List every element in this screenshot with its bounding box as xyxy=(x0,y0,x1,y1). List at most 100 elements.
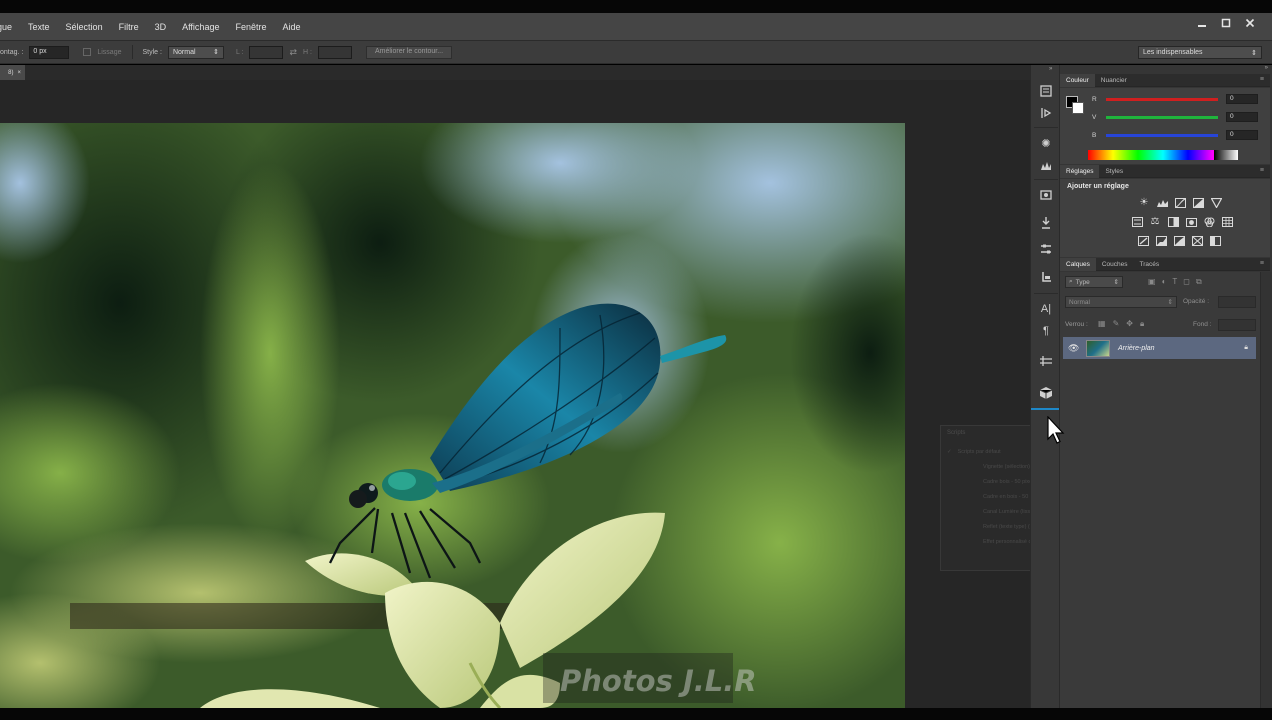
clone-source-icon[interactable] xyxy=(1038,187,1054,203)
menu-item-affichage[interactable]: Affichage xyxy=(174,22,227,32)
visibility-eye-icon[interactable]: 👁︎ xyxy=(1068,343,1079,354)
adjustment-row-2: ⚖ xyxy=(1060,216,1270,227)
blend-mode-select[interactable]: Normal ⇕ xyxy=(1065,296,1177,308)
properties-icon[interactable] xyxy=(1038,241,1054,257)
color-lookup-icon[interactable] xyxy=(1221,216,1234,227)
menu-item-texte[interactable]: Texte xyxy=(20,22,58,32)
maximize-icon[interactable] xyxy=(1218,16,1234,30)
info-icon[interactable] xyxy=(1038,269,1054,285)
window-controls xyxy=(1194,16,1258,30)
adjustments-panel-header: Réglages Styles ≡ xyxy=(1060,164,1270,178)
opacity-input[interactable] xyxy=(1218,296,1256,308)
lock-transparency-icon[interactable]: ▦ xyxy=(1098,319,1106,329)
lock-pixels-icon[interactable]: ✎ xyxy=(1113,319,1120,329)
collapse-panels-icon[interactable]: » xyxy=(1265,65,1268,71)
collapse-icon[interactable]: » xyxy=(1049,66,1052,72)
layers-scrollbar[interactable] xyxy=(1260,272,1272,708)
timeline-icon[interactable] xyxy=(1038,353,1054,369)
lock-all-icon[interactable]: 🔒︎ xyxy=(1140,319,1144,329)
document-tab-strip: 8) × xyxy=(0,65,1030,80)
photo-filter-icon[interactable] xyxy=(1185,216,1198,227)
character-icon[interactable]: A| xyxy=(1038,301,1054,317)
actions-icon[interactable] xyxy=(1038,105,1054,121)
panel-menu-icon[interactable]: ≡ xyxy=(1260,167,1264,174)
minimize-icon[interactable] xyxy=(1194,16,1210,30)
blue-channel-slider[interactable]: B 0 xyxy=(1092,130,1270,140)
document-tab[interactable]: 8) × xyxy=(0,65,25,80)
layer-row-background[interactable]: 👁︎ Arrière-plan 🔒︎ xyxy=(1063,337,1256,359)
workspace-select[interactable]: Les indispensables ⇕ xyxy=(1138,46,1262,59)
adjustment-filter-icon[interactable]: ◐ xyxy=(1162,277,1167,287)
color-balance-icon[interactable]: ⚖ xyxy=(1149,216,1162,227)
width-input[interactable] xyxy=(249,45,284,59)
swap-dimensions-icon[interactable]: ⇄ xyxy=(289,47,297,58)
type-filter-icon[interactable]: T xyxy=(1172,277,1177,287)
posterize-icon[interactable] xyxy=(1155,235,1168,246)
menu-item-filtre[interactable]: Filtre xyxy=(111,22,147,32)
document-canvas-image[interactable]: Photos J.L.R xyxy=(0,123,905,708)
height-label: H : xyxy=(303,48,312,56)
layer-filter-select[interactable]: ⌕ Type ⇕ xyxy=(1065,276,1123,288)
antialias-checkbox[interactable] xyxy=(83,48,92,56)
lock-position-icon[interactable]: ✥ xyxy=(1126,319,1133,329)
channel-bar[interactable] xyxy=(1106,97,1218,101)
channel-value-input[interactable]: 0 xyxy=(1226,130,1258,140)
selective-color-icon[interactable] xyxy=(1191,235,1204,246)
feather-input[interactable]: 0 px xyxy=(29,45,70,59)
tab-couches[interactable]: Couches xyxy=(1096,258,1134,271)
tab-reglages[interactable]: Réglages xyxy=(1060,164,1100,178)
style-select[interactable]: Normal ⇕ xyxy=(167,45,224,59)
red-channel-slider[interactable]: R 0 xyxy=(1092,94,1270,104)
menu-item-selection[interactable]: Sélection xyxy=(58,22,111,32)
levels-icon[interactable] xyxy=(1156,197,1169,208)
antialias-label: Lissage xyxy=(97,48,122,56)
tab-styles[interactable]: Styles xyxy=(1099,165,1129,178)
layer-name[interactable]: Arrière-plan xyxy=(1118,345,1155,352)
brightness-icon[interactable]: ☀ xyxy=(1138,197,1151,208)
green-channel-slider[interactable]: V 0 xyxy=(1092,112,1270,122)
refine-edge-button[interactable]: Améliorer le contour... xyxy=(365,45,453,59)
color-spectrum-ramp[interactable] xyxy=(1088,150,1238,160)
channel-mixer-icon[interactable] xyxy=(1203,216,1216,227)
channel-value-input[interactable]: 0 xyxy=(1226,112,1258,122)
tab-couleur[interactable]: Couleur xyxy=(1060,73,1095,87)
black-white-icon[interactable] xyxy=(1167,216,1180,227)
close-tab-icon[interactable]: × xyxy=(17,70,21,76)
exposure-icon[interactable] xyxy=(1192,197,1205,208)
tool-presets-icon[interactable] xyxy=(1038,215,1054,231)
menu-item-image[interactable]: gue xyxy=(0,22,20,32)
channel-bar[interactable] xyxy=(1106,115,1218,119)
3d-icon[interactable] xyxy=(1038,385,1054,401)
tab-nuancier[interactable]: Nuancier xyxy=(1095,74,1133,87)
vibrance-triangle-icon[interactable] xyxy=(1210,197,1223,208)
fill-input[interactable] xyxy=(1218,319,1256,331)
menu-item-3d[interactable]: 3D xyxy=(147,22,175,32)
hue-saturation-icon[interactable] xyxy=(1131,216,1144,227)
tab-traces[interactable]: Tracés xyxy=(1134,258,1166,271)
invert-icon[interactable] xyxy=(1137,235,1150,246)
shape-filter-icon[interactable]: ◻ xyxy=(1183,277,1190,287)
channel-bar[interactable] xyxy=(1106,133,1218,137)
threshold-icon[interactable] xyxy=(1173,235,1186,246)
menu-item-fenetre[interactable]: Fenêtre xyxy=(227,22,274,32)
channel-value-input[interactable]: 0 xyxy=(1226,94,1258,104)
background-color-swatch[interactable] xyxy=(1072,102,1084,114)
tab-calques[interactable]: Calques xyxy=(1060,257,1096,271)
gradient-map-icon[interactable] xyxy=(1209,235,1222,246)
brush-settings-icon[interactable]: ✺ xyxy=(1038,135,1054,151)
grayscale-ramp[interactable] xyxy=(1214,150,1238,160)
pixel-filter-icon[interactable]: ▣ xyxy=(1148,277,1156,287)
brush-presets-icon[interactable] xyxy=(1038,157,1054,173)
close-icon[interactable] xyxy=(1242,16,1258,30)
menu-item-aide[interactable]: Aide xyxy=(275,22,309,32)
curves-icon[interactable] xyxy=(1174,197,1187,208)
height-input[interactable] xyxy=(317,45,352,59)
smart-object-filter-icon[interactable]: ⧉ xyxy=(1196,277,1202,287)
history-icon[interactable] xyxy=(1038,83,1054,99)
panel-menu-icon[interactable]: ≡ xyxy=(1260,260,1264,267)
panel-menu-icon[interactable]: ≡ xyxy=(1260,76,1264,83)
layer-thumbnail xyxy=(1086,339,1110,357)
blend-mode-value: Normal xyxy=(1069,298,1090,306)
paragraph-icon[interactable]: ¶ xyxy=(1038,323,1054,339)
bottom-letterbox xyxy=(0,708,1272,720)
